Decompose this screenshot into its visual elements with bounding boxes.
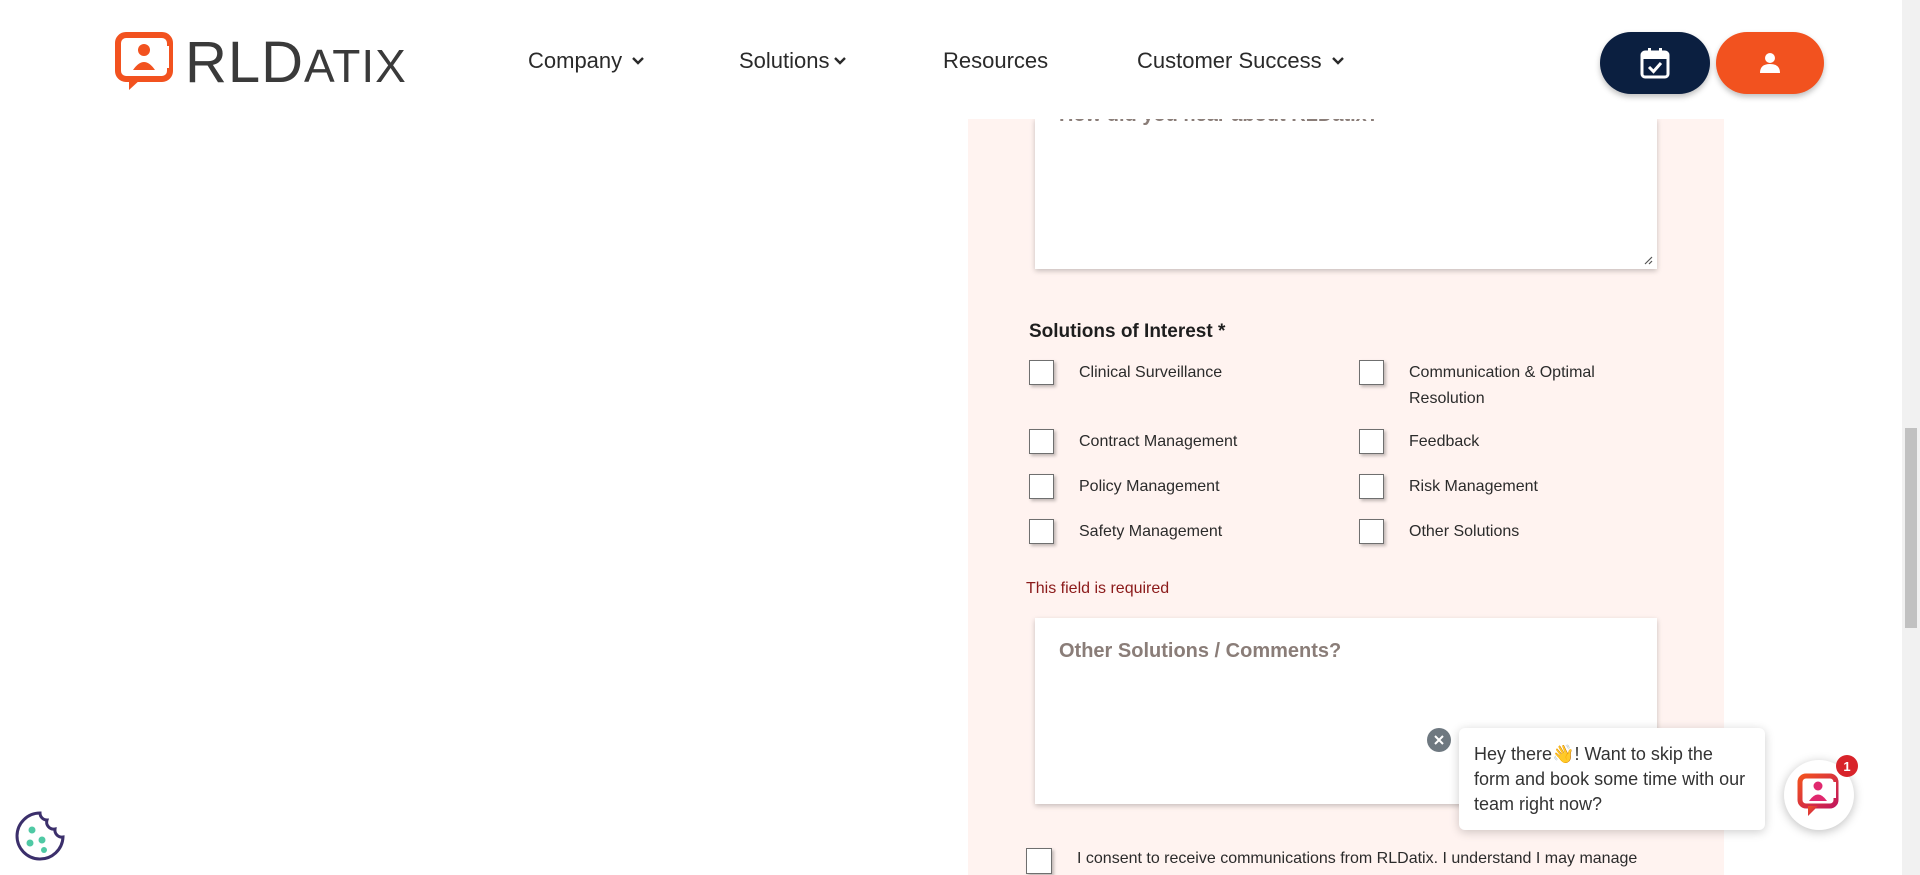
solution-option[interactable]: Communication & Optimal Resolution [1359, 360, 1629, 412]
solution-option[interactable]: Risk Management [1359, 474, 1649, 500]
calendar-check-icon [1640, 48, 1670, 79]
field-error-message: This field is required [1026, 580, 1170, 597]
logo-wordmark: RLD ATIX [185, 34, 407, 92]
solution-checkbox[interactable] [1359, 360, 1384, 385]
solution-checkbox[interactable] [1359, 519, 1384, 544]
solution-checkbox[interactable] [1029, 519, 1054, 544]
chevron-down-icon [1331, 57, 1344, 65]
solution-checkbox[interactable] [1359, 474, 1384, 499]
nav-solutions[interactable]: Solutions [739, 48, 846, 74]
nav-solutions-label: Solutions [739, 48, 830, 73]
book-meeting-button[interactable] [1600, 32, 1710, 94]
solution-option[interactable]: Contract Management [1029, 429, 1319, 455]
nav-customer-success[interactable]: Customer Success [1137, 48, 1344, 74]
solution-option[interactable]: Safety Management [1029, 519, 1319, 545]
solution-label: Policy Management [1079, 478, 1220, 495]
hear-about-textarea[interactable]: How did you hear about RLDatix? [1035, 104, 1657, 269]
solution-checkbox[interactable] [1359, 429, 1384, 454]
chat-greeting: Hey there [1474, 744, 1553, 764]
solution-option[interactable]: Clinical Surveillance [1029, 360, 1319, 386]
nav-customer-success-label: Customer Success [1137, 48, 1322, 73]
close-icon [1434, 735, 1444, 745]
consent-checkbox[interactable] [1026, 848, 1052, 874]
solution-checkbox[interactable] [1029, 360, 1054, 385]
consent-label: I consent to receive communications from… [1077, 850, 1638, 867]
cookie-settings-icon[interactable] [14, 810, 66, 862]
solutions-of-interest-title: Solutions of Interest * [1029, 321, 1226, 342]
chat-notification-badge: 1 [1836, 755, 1858, 777]
chevron-down-icon [833, 57, 846, 65]
comments-placeholder: Other Solutions / Comments? [1059, 640, 1342, 662]
page-scrollbar[interactable] [1902, 0, 1920, 875]
chat-message-bubble[interactable]: Hey there👋! Want to skip the form and bo… [1459, 728, 1765, 830]
rldatix-logo[interactable]: RLD ATIX [115, 32, 407, 94]
solution-label: Communication & Optimal Resolution [1409, 364, 1595, 407]
chat-close-button[interactable] [1427, 728, 1451, 752]
site-header: RLD ATIX Company Solutions Resources Cust… [0, 0, 1902, 119]
chat-bot-icon [1797, 773, 1839, 816]
solution-label: Risk Management [1409, 478, 1538, 495]
solution-label: Safety Management [1079, 523, 1223, 540]
solution-label: Other Solutions [1409, 523, 1520, 540]
wave-emoji-icon: 👋 [1552, 744, 1575, 764]
nav-company-label: Company [528, 48, 623, 73]
solution-label: Feedback [1409, 433, 1480, 450]
solution-checkbox[interactable] [1029, 474, 1054, 499]
solution-label: Contract Management [1079, 433, 1238, 450]
consent-option[interactable]: I consent to receive communications from… [1026, 848, 1637, 874]
chevron-down-icon [632, 57, 645, 65]
solution-checkbox[interactable] [1029, 429, 1054, 454]
logo-text-rld: RLD [185, 30, 305, 95]
logo-mark-icon [115, 32, 173, 90]
nav-resources[interactable]: Resources [943, 48, 1048, 74]
solution-label: Clinical Surveillance [1079, 364, 1223, 381]
solution-option[interactable]: Policy Management [1029, 474, 1319, 500]
nav-company[interactable]: Company [528, 48, 645, 74]
scrollbar-thumb[interactable] [1905, 428, 1917, 628]
solution-option[interactable]: Feedback [1359, 429, 1649, 455]
logo-text-atix: ATIX [304, 40, 407, 92]
resize-handle-icon[interactable] [1643, 255, 1653, 265]
account-button[interactable] [1716, 32, 1824, 94]
user-icon [1760, 53, 1780, 73]
nav-resources-label: Resources [943, 48, 1049, 73]
solution-option[interactable]: Other Solutions [1359, 519, 1649, 545]
